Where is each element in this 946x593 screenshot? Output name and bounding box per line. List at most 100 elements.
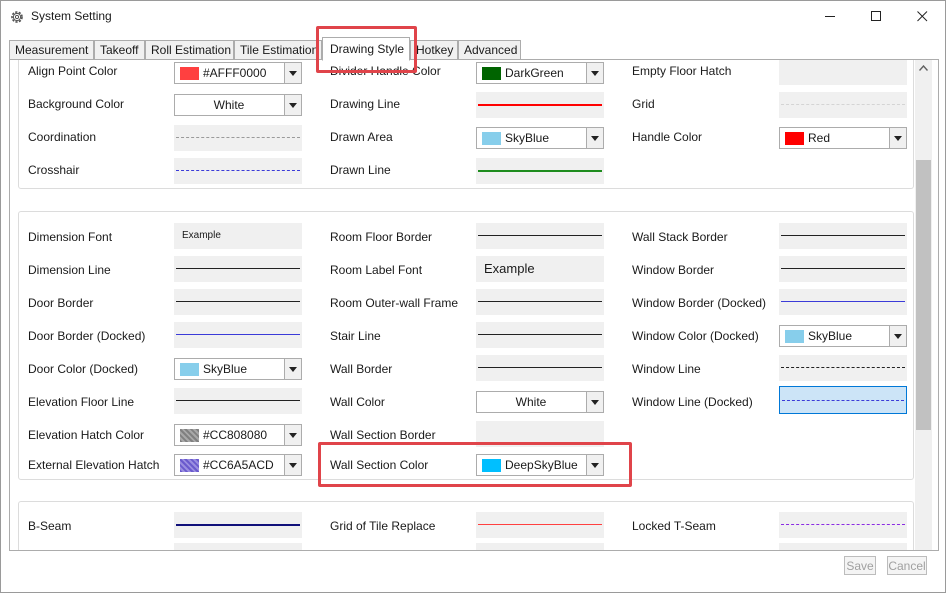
system-setting-window: System Setting Measurement Takeoff Roll …: [0, 0, 946, 593]
maximize-icon: [870, 11, 881, 21]
window-border-preview[interactable]: [779, 256, 907, 282]
tab-hotkey[interactable]: Hotkey: [410, 40, 458, 60]
wall-border-preview[interactable]: [476, 355, 604, 381]
chevron-down-icon[interactable]: [889, 326, 906, 346]
crosshair-label: Crosshair: [28, 163, 80, 177]
color-swatch: [482, 459, 501, 472]
scroll-up-icon[interactable]: [919, 65, 928, 71]
chevron-down-icon[interactable]: [284, 63, 301, 83]
grid-label: Grid: [632, 97, 655, 111]
door-color-docked-combo[interactable]: SkyBlue: [174, 358, 302, 380]
empty-floor-hatch-label: Empty Floor Hatch: [632, 64, 732, 78]
combo-value: SkyBlue: [203, 362, 248, 376]
window-color-docked-label: Window Color (Docked): [632, 329, 759, 343]
color-swatch: [785, 330, 804, 343]
dimension-line-preview[interactable]: [174, 256, 302, 282]
building-style-group: Dimension Font Example Room Floor Border…: [18, 211, 914, 480]
empty-floor-hatch-preview[interactable]: [779, 60, 907, 85]
drawing-style-panel: Align Point Color #AFFF0000 Divider Hand…: [9, 59, 939, 551]
gear-icon: [11, 11, 23, 23]
next-row-preview: [476, 543, 604, 550]
minimize-button[interactable]: [807, 1, 853, 32]
color-swatch: [180, 429, 199, 442]
grid-of-tile-replace-preview[interactable]: [476, 512, 604, 538]
chevron-down-icon[interactable]: [586, 455, 603, 475]
locked-t-seam-preview[interactable]: [779, 512, 907, 538]
combo-value: #CC6A5ACD: [203, 458, 274, 472]
drawn-area-combo[interactable]: SkyBlue: [476, 127, 604, 149]
color-swatch: [482, 67, 501, 80]
chevron-down-icon[interactable]: [284, 359, 301, 379]
door-border-docked-preview[interactable]: [174, 322, 302, 348]
cancel-button[interactable]: Cancel: [887, 556, 927, 575]
vertical-scrollbar[interactable]: [915, 60, 932, 550]
background-color-combo[interactable]: White: [174, 94, 302, 116]
dimension-font-preview[interactable]: Example: [174, 223, 302, 249]
drawing-line-preview[interactable]: [476, 92, 604, 118]
tab-strip: Measurement Takeoff Roll Estimation Tile…: [9, 37, 939, 61]
save-button[interactable]: Save: [844, 556, 876, 575]
window-border-label: Window Border: [632, 263, 715, 277]
wall-section-border-label: Wall Section Border: [330, 428, 436, 442]
handle-color-combo[interactable]: Red: [779, 127, 907, 149]
chevron-down-icon[interactable]: [586, 392, 603, 412]
wall-stack-border-preview[interactable]: [779, 223, 907, 249]
align-point-color-label: Align Point Color: [28, 64, 118, 78]
title-bar: System Setting: [1, 1, 945, 32]
door-color-docked-label: Door Color (Docked): [28, 362, 139, 376]
divider-handle-color-combo[interactable]: DarkGreen: [476, 62, 604, 84]
minimize-icon: [824, 16, 835, 17]
window-line-preview[interactable]: [779, 355, 907, 381]
window-line-docked-preview[interactable]: [779, 386, 907, 414]
window-color-docked-combo[interactable]: SkyBlue: [779, 325, 907, 347]
handle-color-label: Handle Color: [632, 130, 703, 144]
elevation-hatch-color-label: Elevation Hatch Color: [28, 428, 145, 442]
chevron-down-icon[interactable]: [284, 95, 301, 115]
wall-section-border-preview[interactable]: [476, 421, 604, 447]
b-seam-label: B-Seam: [28, 519, 72, 533]
elevation-hatch-color-combo[interactable]: #CC808080: [174, 424, 302, 446]
color-swatch: [482, 132, 501, 145]
crosshair-preview[interactable]: [174, 158, 302, 184]
tab-measurement[interactable]: Measurement: [9, 40, 94, 60]
maximize-button[interactable]: [853, 1, 899, 32]
tab-advanced[interactable]: Advanced: [458, 40, 521, 60]
stair-line-label: Stair Line: [330, 329, 381, 343]
elevation-floor-line-preview[interactable]: [174, 388, 302, 414]
grid-preview[interactable]: [779, 92, 907, 118]
window-line-docked-label: Window Line (Docked): [632, 395, 753, 409]
next-row-preview: [779, 543, 907, 550]
color-swatch: [785, 132, 804, 145]
tab-drawing-style[interactable]: Drawing Style: [322, 37, 410, 61]
combo-value: DeepSkyBlue: [505, 458, 578, 472]
coordination-preview[interactable]: [174, 125, 302, 151]
align-point-color-combo[interactable]: #AFFF0000: [174, 62, 302, 84]
drawn-line-preview[interactable]: [476, 158, 604, 184]
font-example: Example: [182, 230, 221, 241]
room-label-font-label: Room Label Font: [330, 263, 423, 277]
background-color-label: Background Color: [28, 97, 125, 111]
dimension-line-label: Dimension Line: [28, 263, 111, 277]
b-seam-preview[interactable]: [174, 512, 302, 538]
wall-color-combo[interactable]: White: [476, 391, 604, 413]
chevron-down-icon[interactable]: [284, 425, 301, 445]
room-label-font-preview[interactable]: Example: [476, 256, 604, 282]
tab-roll-estimation[interactable]: Roll Estimation: [145, 40, 234, 60]
tab-takeoff[interactable]: Takeoff: [94, 40, 145, 60]
scrollbar-thumb[interactable]: [916, 160, 931, 430]
window-border-docked-preview[interactable]: [779, 289, 907, 315]
divider-handle-color-label: Divider Handle Color: [330, 64, 441, 78]
chevron-down-icon[interactable]: [586, 128, 603, 148]
external-elevation-hatch-combo[interactable]: #CC6A5ACD: [174, 454, 302, 476]
room-floor-border-preview[interactable]: [476, 223, 604, 249]
room-outer-wall-frame-preview[interactable]: [476, 289, 604, 315]
chevron-down-icon[interactable]: [586, 63, 603, 83]
stair-line-preview[interactable]: [476, 322, 604, 348]
wall-section-color-combo[interactable]: DeepSkyBlue: [476, 454, 604, 476]
close-button[interactable]: [899, 1, 945, 32]
tab-tile-estimation[interactable]: Tile Estimation: [234, 40, 322, 60]
door-border-preview[interactable]: [174, 289, 302, 315]
chevron-down-icon[interactable]: [284, 455, 301, 475]
wall-border-label: Wall Border: [330, 362, 393, 376]
chevron-down-icon[interactable]: [889, 128, 906, 148]
